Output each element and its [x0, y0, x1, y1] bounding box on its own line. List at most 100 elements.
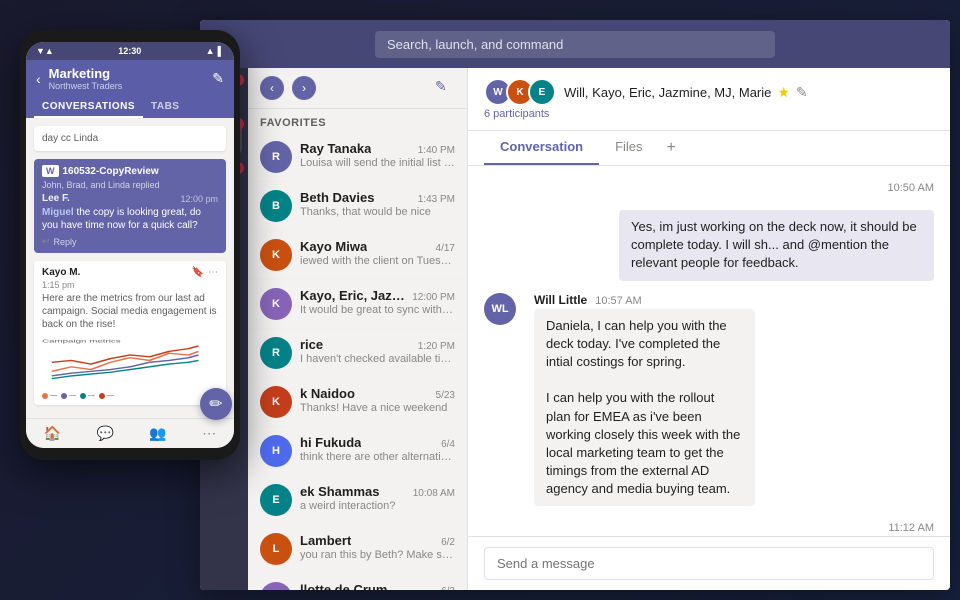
avatar: E	[528, 78, 556, 106]
main-chat: WKE Will, Kayo, Eric, Jazmine, MJ, Marie…	[468, 68, 950, 590]
avatar: E	[260, 484, 292, 516]
chat-time: 4/17	[436, 243, 455, 254]
legend-item-2: —	[61, 392, 76, 399]
message-timestamp: 10:50 AM	[484, 182, 934, 194]
nav-forward-button[interactable]: ›	[292, 76, 316, 100]
reply-row[interactable]: ↩ Reply	[42, 236, 218, 247]
tab-files[interactable]: Files	[599, 131, 658, 165]
tab-conversation[interactable]: Conversation	[484, 131, 599, 165]
chat-name-row: Lambert 6/2	[300, 533, 455, 548]
chat-name: Lambert	[300, 533, 351, 548]
list-item[interactable]: Lllotte de Crum6/3set up a brainstorm se…	[248, 574, 467, 590]
file-icon: W	[42, 165, 59, 177]
search-bar[interactable]: Search, launch, and command	[375, 31, 775, 58]
legend-label: —	[107, 392, 114, 399]
legend-item-3: —	[80, 392, 95, 399]
phone-container: ▼▲ 12:30 ▲ ▌ ‹ Marketing Northwest Trade…	[20, 30, 240, 460]
list-item[interactable]: LLambert6/2you ran this by Beth? Make su…	[248, 525, 467, 574]
chat-content: rice1:20 PMI haven't checked available t…	[300, 337, 455, 365]
phone-msg-header: Kayo M. 🔖 ⋯	[42, 267, 218, 278]
left-panel: ‹ › ✎ Favorites RRay Tanaka1:40 PMLouisa…	[248, 68, 468, 590]
desktop-header: Search, launch, and command	[200, 20, 950, 68]
chat-time: 6/2	[441, 537, 455, 548]
phone-nav-home[interactable]: 🏠	[44, 425, 61, 442]
new-chat-icon[interactable]: ✎	[435, 78, 455, 98]
compose-bar	[468, 536, 950, 590]
phone-tab-conversations[interactable]: CONVERSATIONS	[34, 97, 143, 118]
chat-name-row: hi Fukuda6/4	[300, 435, 455, 450]
chat-name-row: Kayo Miwa 4/17	[300, 239, 455, 254]
chat-name: Kayo Miwa	[300, 239, 367, 254]
chat-time: 6/4	[441, 439, 455, 450]
carrier-label: ▼▲	[36, 46, 54, 56]
phone-header: ‹ Marketing Northwest Traders ✎	[26, 60, 234, 97]
sender-row: Will Little10:57 AM	[534, 293, 849, 309]
chat-preview: think there are other alternatives we c.…	[300, 451, 455, 463]
chat-content: Kayo, Eric, Jazmine, +212:00 PMIt would …	[300, 288, 455, 316]
list-item[interactable]: RRay Tanaka1:40 PMLouisa will send the i…	[248, 133, 467, 182]
chat-preview: It would be great to sync with you bo...	[300, 304, 455, 316]
list-item[interactable]: KKayo, Eric, Jazmine, +212:00 PMIt would…	[248, 280, 467, 329]
more-options-icon[interactable]: ⋯	[208, 267, 218, 278]
message-bubble: Yes, im just working on the deck now, it…	[619, 210, 934, 281]
context-text: day cc Linda	[42, 132, 218, 145]
chat-content: Kayo Miwa4/17iewed with the client on Tu…	[300, 239, 455, 267]
phone-tabs-row: CONVERSATIONS TABS	[26, 97, 234, 118]
phone-edit-icon[interactable]: ✎	[212, 70, 224, 87]
chat-time: 10:08 AM	[413, 488, 455, 499]
star-icon[interactable]: ★	[777, 84, 790, 101]
chat-name: llotte de Crum	[300, 582, 387, 590]
svg-text:Campaign metrics: Campaign metrics	[42, 338, 121, 343]
chat-time: 5/23	[436, 390, 455, 401]
phone-status-bar: ▼▲ 12:30 ▲ ▌	[26, 42, 234, 60]
list-item[interactable]: Kk Naidoo5/23Thanks! Have a nice weekend	[248, 378, 467, 427]
phone-tab-tabs[interactable]: TABS	[143, 97, 187, 118]
avatar: R	[260, 337, 292, 369]
phone-nav-more[interactable]: ⋯	[202, 425, 216, 442]
reply-icon: ↩	[42, 236, 50, 247]
list-item[interactable]: Eek Shammas10:08 AMa weird interaction?	[248, 476, 467, 525]
chat-name: k Naidoo	[300, 386, 355, 401]
chat-preview: Thanks! Have a nice weekend	[300, 402, 455, 414]
participants-row: WKE Will, Kayo, Eric, Jazmine, MJ, Marie…	[484, 78, 934, 106]
msg-time: 12:00 pm	[180, 194, 218, 204]
list-item[interactable]: Hhi Fukuda6/4think there are other alter…	[248, 427, 467, 476]
phone-title-area: Marketing Northwest Traders	[49, 66, 205, 91]
msg-text: Miguel the copy is looking great, do you…	[42, 206, 218, 232]
reply-label: Reply	[54, 237, 77, 247]
list-item[interactable]: BBeth Davies1:43 PMThanks, that would be…	[248, 182, 467, 231]
avatar: WL	[484, 293, 516, 325]
legend-label: —	[88, 392, 95, 399]
list-item[interactable]: W 160532-CopyReview John, Brad, and Lind…	[34, 159, 226, 253]
status-indicators: ▲ ▌	[206, 46, 224, 56]
list-item[interactable]: KKayo Miwa4/17iewed with the client on T…	[248, 231, 467, 280]
avatar: L	[260, 582, 292, 590]
compose-input[interactable]	[484, 547, 934, 580]
phone-compose-button[interactable]: ✏	[200, 388, 232, 420]
chat-name: rice	[300, 337, 323, 352]
desktop-teams-app: Search, launch, and command 🔔 2 💬 1 👥 1 …	[200, 20, 950, 590]
chat-name-row: rice1:20 PM	[300, 337, 455, 352]
chat-time: 6/3	[441, 586, 455, 590]
chat-name: Ray Tanaka	[300, 141, 371, 156]
list-item: Kayo M. 🔖 ⋯ 1:15 pm Here are the metrics…	[34, 261, 226, 405]
edit-icon[interactable]: ✎	[796, 84, 808, 101]
chat-name-row: k Naidoo 5/23	[300, 386, 455, 401]
chat-preview: you ran this by Beth? Make sure she is..…	[300, 549, 455, 561]
msg-time: 1:15 pm	[42, 280, 218, 290]
chat-name-row: Kayo, Eric, Jazmine, +212:00 PM	[300, 288, 455, 303]
bookmark-icon: 🔖	[192, 267, 204, 278]
chat-content: ek Shammas10:08 AMa weird interaction?	[300, 484, 455, 512]
back-button[interactable]: ‹	[36, 71, 41, 87]
chat-preview: Thanks, that would be nice	[300, 206, 455, 218]
channel-subtitle: Northwest Traders	[49, 81, 205, 91]
list-item[interactable]: Rrice1:20 PMI haven't checked available …	[248, 329, 467, 378]
chat-content: Ray Tanaka1:40 PMLouisa will send the in…	[300, 141, 455, 169]
nav-back-button[interactable]: ‹	[260, 76, 284, 100]
compose-icon: ✏	[209, 394, 222, 414]
phone-nav-activity[interactable]: 👥	[149, 425, 166, 442]
tab-add-button[interactable]: +	[659, 131, 684, 165]
phone-nav-chat[interactable]: 💬	[97, 425, 114, 442]
chat-content: llotte de Crum6/3set up a brainstorm ses…	[300, 582, 455, 590]
chat-time: 12:00 PM	[412, 292, 455, 303]
